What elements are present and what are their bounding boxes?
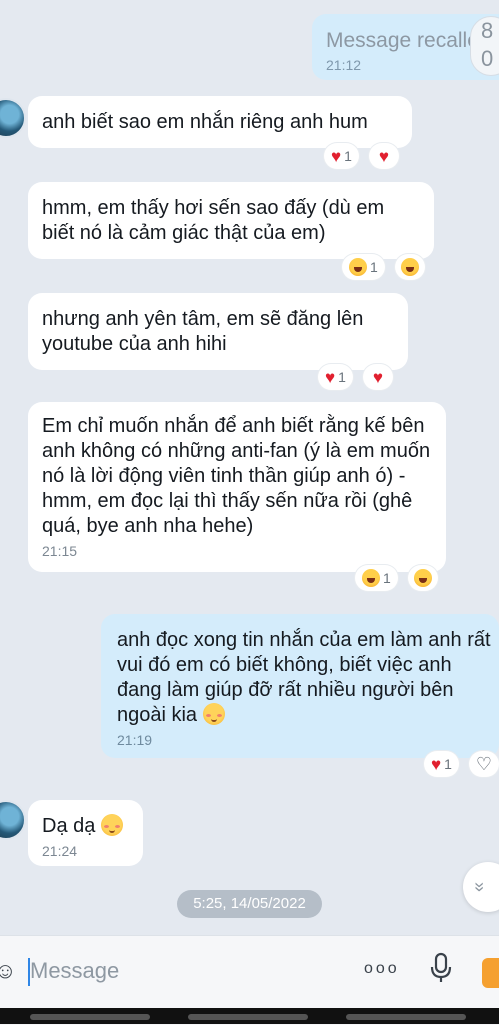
laughing-emoji-icon — [349, 258, 367, 276]
blushing-emoji-icon — [202, 703, 225, 725]
reaction-count: 1 — [344, 148, 352, 164]
heart-icon: ♥ — [431, 754, 442, 774]
laugh-reaction-button[interactable] — [394, 254, 425, 280]
laughing-emoji-icon — [413, 569, 432, 587]
quick-action-icon[interactable]: 80 — [470, 16, 499, 76]
heart-icon: ♥ — [372, 367, 383, 387]
avatar[interactable] — [0, 98, 26, 138]
image-picker-icon[interactable] — [482, 958, 499, 988]
outgoing-message-bubble[interactable]: anh đọc xong tin nhắn của em làm anh rất… — [101, 614, 499, 758]
message-time: 21:19 — [117, 732, 153, 748]
laugh-reaction-button[interactable] — [407, 565, 438, 591]
heart-icon: ♥ — [331, 146, 342, 166]
heart-reaction-count[interactable]: ♥ 1 — [318, 364, 353, 390]
message-text: Em chỉ muốn nhắn để anh biết rằng kế bên… — [42, 415, 431, 537]
message-bubble[interactable]: anh biết sao em nhắn riêng anh hum — [28, 96, 412, 148]
message-text: hmm, em thấy hơi sến sao đấy (dù em biết… — [42, 197, 385, 244]
heart-reaction-count[interactable]: ♥ 1 — [324, 143, 359, 169]
heart-reaction-button[interactable]: ♥ — [368, 143, 399, 169]
heart-outline-icon: ♡ — [475, 753, 492, 774]
reaction-count: 1 — [370, 259, 378, 275]
reaction-count: 1 — [383, 570, 391, 586]
message-text: anh biết sao em nhắn riêng anh hum — [42, 111, 368, 133]
chat-area[interactable]: Message recalled 21:12 80 anh biết sao e… — [0, 0, 499, 935]
laughing-emoji-icon — [400, 258, 419, 276]
nav-recents-handle[interactable] — [346, 1014, 466, 1020]
message-text: Message recalled — [326, 29, 491, 52]
heart-reaction-count[interactable]: ♥ 1 — [424, 751, 459, 777]
reaction-row: ♥ 1 ♥ — [318, 364, 393, 390]
heart-reaction-button[interactable]: ♥ — [362, 364, 393, 390]
date-separator: 5:25, 14/05/2022 — [177, 890, 322, 918]
message-input[interactable]: Message — [30, 958, 119, 984]
message-text: Dạ dạ — [42, 815, 96, 837]
message-bubble[interactable]: nhưng anh yên tâm, em sẽ đăng lên youtub… — [28, 293, 408, 370]
message-bubble[interactable]: Dạ dạ 21:24 — [28, 800, 143, 866]
add-reaction-button[interactable]: ♡ — [468, 751, 499, 777]
reaction-row: 1 — [355, 565, 438, 591]
nav-home-handle[interactable] — [188, 1014, 308, 1020]
avatar[interactable] — [0, 800, 26, 840]
message-text: nhưng anh yên tâm, em sẽ đăng lên youtub… — [42, 308, 364, 355]
reaction-count: 1 — [338, 369, 346, 385]
microphone-glyph — [430, 952, 452, 982]
heart-icon: ♥ — [378, 146, 389, 166]
emoji-picker-icon[interactable]: ☺ — [0, 958, 16, 984]
message-bubble[interactable]: hmm, em thấy hơi sến sao đấy (dù em biết… — [28, 182, 434, 259]
blushing-emoji-icon — [100, 814, 123, 836]
scroll-down-button[interactable]: » — [463, 862, 499, 912]
chevron-double-down-icon: » — [470, 881, 491, 893]
laugh-reaction-count[interactable]: 1 — [342, 254, 385, 280]
message-time: 21:15 — [42, 543, 78, 559]
more-options-icon[interactable]: ooo — [364, 960, 400, 978]
message-bubble[interactable]: Em chỉ muốn nhắn để anh biết rằng kế bên… — [28, 402, 446, 572]
nav-back-handle[interactable] — [30, 1014, 150, 1020]
reaction-row: ♥ 1 ♡ — [424, 751, 499, 777]
laugh-reaction-count[interactable]: 1 — [355, 565, 398, 591]
heart-icon: ♥ — [325, 367, 336, 387]
reaction-count: 1 — [444, 756, 452, 772]
microphone-icon[interactable] — [430, 952, 452, 991]
reaction-row: ♥ 1 ♥ — [324, 143, 399, 169]
message-text: anh đọc xong tin nhắn của em làm anh rất… — [117, 629, 491, 726]
laughing-emoji-icon — [362, 569, 380, 587]
system-navigation-bar — [0, 1008, 499, 1024]
message-time: 21:24 — [42, 843, 78, 859]
reaction-row: 1 — [342, 254, 425, 280]
